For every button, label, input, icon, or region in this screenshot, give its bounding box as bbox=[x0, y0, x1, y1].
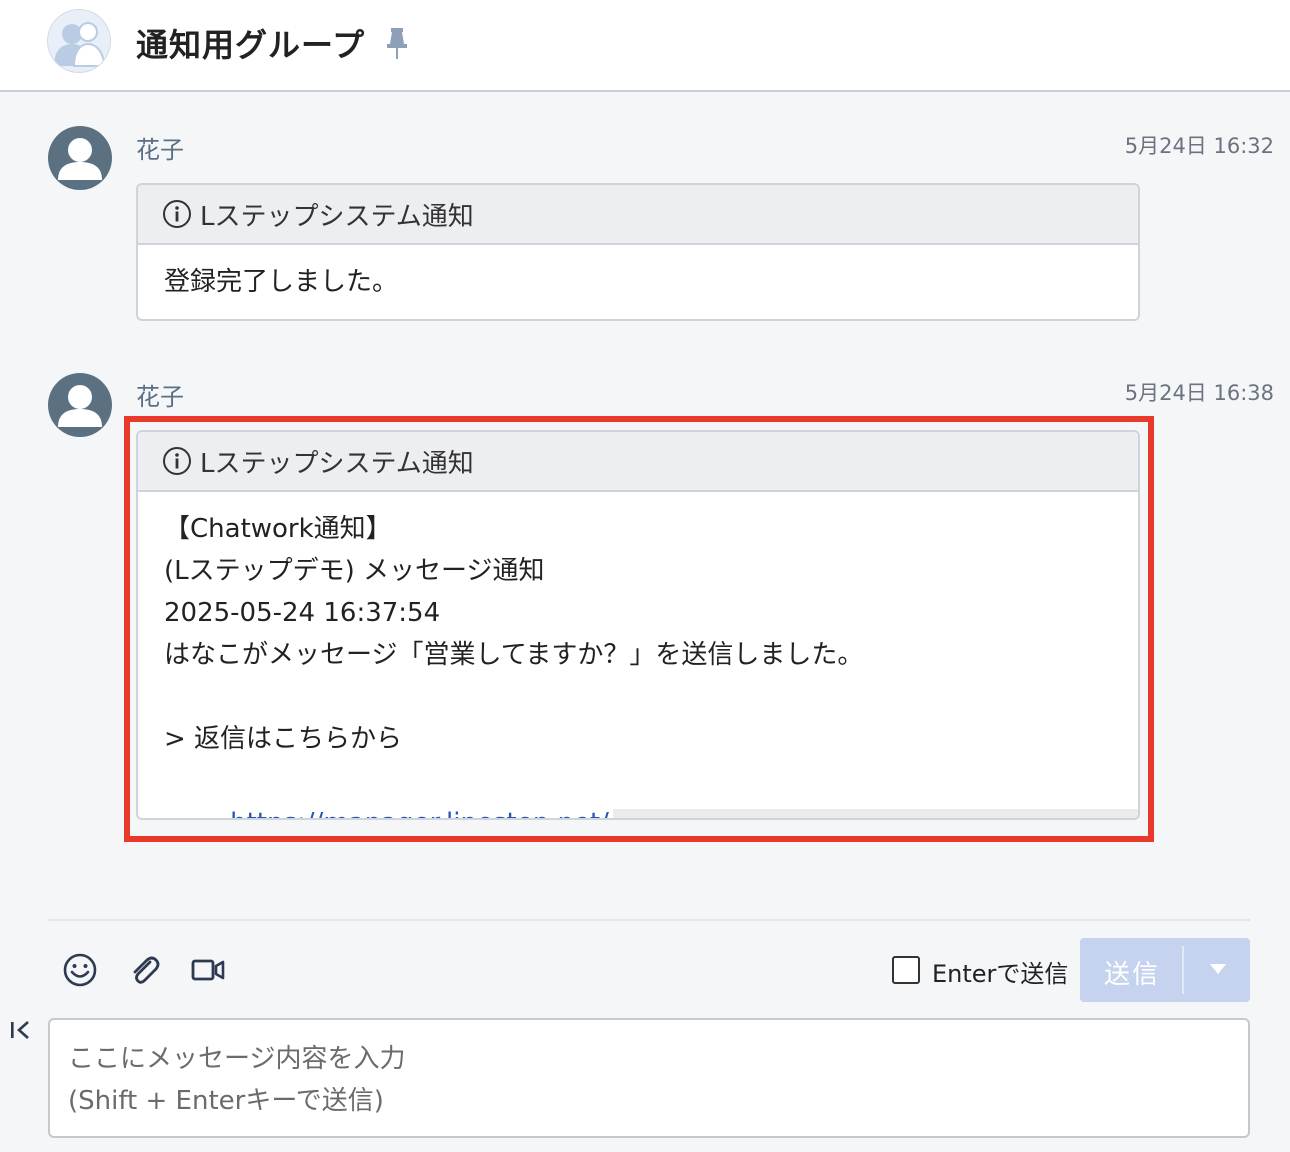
group-avatar-icon[interactable] bbox=[48, 10, 110, 72]
message-timestamp: 5月24日 16:38 bbox=[1124, 381, 1274, 405]
card-header: Lステップシステム通知 bbox=[138, 185, 1138, 245]
highlight-frame bbox=[124, 416, 1154, 842]
pin-icon[interactable] bbox=[384, 26, 410, 60]
user-avatar-icon[interactable] bbox=[48, 373, 112, 437]
send-button-divider bbox=[1182, 946, 1184, 994]
sender-name[interactable]: 花子 bbox=[136, 130, 184, 165]
send-button[interactable]: 送信 bbox=[1080, 938, 1250, 1002]
chat-header: 通知用グループ bbox=[0, 0, 1290, 92]
send-button-label: 送信 bbox=[1104, 960, 1161, 990]
video-call-icon[interactable] bbox=[190, 952, 226, 988]
collapse-icon[interactable] bbox=[8, 1018, 34, 1044]
card-body: 登録完了しました。 bbox=[138, 245, 1138, 319]
message-input[interactable]: ここにメッセージ内容を入力 (Shift + Enterキーで送信) bbox=[48, 1018, 1250, 1138]
emoji-icon[interactable] bbox=[62, 952, 98, 988]
user-avatar-icon[interactable] bbox=[48, 126, 112, 190]
chevron-down-icon[interactable] bbox=[1210, 964, 1226, 974]
room-title: 通知用グループ bbox=[136, 26, 366, 64]
info-icon bbox=[163, 200, 191, 228]
sender-name[interactable]: 花子 bbox=[136, 377, 184, 412]
message-timestamp: 5月24日 16:32 bbox=[1124, 134, 1274, 158]
message-input-placeholder: ここにメッセージ内容を入力 (Shift + Enterキーで送信) bbox=[68, 1044, 406, 1116]
composer-divider bbox=[48, 919, 1250, 921]
notification-card: Lステップシステム通知 登録完了しました。 bbox=[136, 183, 1140, 321]
enter-to-send-label[interactable]: Enterで送信 bbox=[932, 954, 1068, 989]
card-title: Lステップシステム通知 bbox=[200, 201, 474, 232]
enter-to-send-checkbox[interactable] bbox=[892, 956, 920, 984]
attachment-icon[interactable] bbox=[126, 952, 162, 988]
body-line: 登録完了しました。 bbox=[164, 267, 399, 297]
